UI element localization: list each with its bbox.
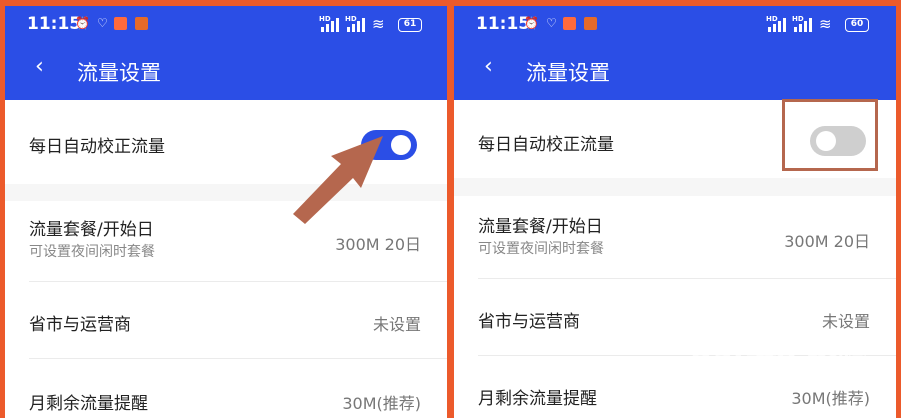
status-time: 11:15 — [27, 14, 82, 34]
mail-notification-icon — [135, 17, 148, 30]
plan-subtitle: 可设置夜间闲时套餐 — [478, 241, 604, 257]
signal-icon — [768, 18, 790, 32]
app-header: 11:15 ⏰ ♡ HD HD ≋ 61 ‹ 流量设置 — [5, 6, 447, 100]
app-header: 11:15 ⏰ ♡ HD HD ≋ 60 ‹ 流量设置 — [454, 6, 896, 100]
auto-calibrate-label: 每日自动校正流量 — [29, 137, 165, 157]
app-notification-icon — [114, 17, 127, 30]
plan-subtitle: 可设置夜间闲时套餐 — [29, 244, 155, 260]
annotation-arrow-icon — [293, 136, 383, 224]
back-button[interactable]: ‹ — [35, 54, 44, 79]
nav-bar: ‹ 流量设置 — [454, 52, 896, 92]
watermark-url: jingyan.baidu.com — [686, 378, 816, 394]
auto-calibrate-label: 每日自动校正流量 — [478, 135, 614, 155]
page-title: 流量设置 — [77, 61, 161, 85]
annotation-highlight-box — [782, 99, 878, 171]
reminder-label: 月剩余流量提醒 — [29, 394, 148, 414]
list-item[interactable]: 流量套餐/开始日 可设置夜间闲时套餐 300M 20日 — [454, 196, 896, 276]
battery-icon: 60 — [845, 18, 869, 32]
settings-list: 流量套餐/开始日 可设置夜间闲时套餐 300M 20日 省市与运营商 未设置 月… — [5, 201, 447, 418]
nav-bar: ‹ 流量设置 — [5, 52, 447, 92]
plan-value: 300M 20日 — [335, 235, 421, 254]
carrier-label: 省市与运营商 — [29, 315, 131, 335]
battery-icon: 61 — [398, 18, 422, 32]
carrier-value: 未设置 — [372, 315, 421, 334]
wifi-icon: ≋ — [372, 15, 385, 33]
carrier-label: 省市与运营商 — [478, 312, 580, 332]
list-item[interactable]: 省市与运营商 未设置 — [5, 282, 447, 358]
list-item[interactable]: 月剩余流量提醒 30M(推荐) — [5, 359, 447, 418]
alarm-icon: ⏰ — [75, 16, 90, 30]
status-bar: 11:15 ⏰ ♡ HD HD ≋ 61 — [5, 6, 447, 46]
mail-notification-icon — [584, 17, 597, 30]
plan-label: 流量套餐/开始日 — [478, 217, 603, 237]
alarm-icon: ⏰ — [524, 16, 539, 30]
wifi-icon: ≋ — [819, 15, 832, 33]
status-bar: 11:15 ⏰ ♡ HD HD ≋ 60 — [454, 6, 896, 46]
watermark-brand: Bai du 经验 — [690, 342, 868, 377]
shield-icon: ♡ — [97, 16, 108, 30]
toggle-knob — [391, 135, 411, 155]
signal-icon-2 — [347, 18, 369, 32]
status-time: 11:15 — [476, 14, 531, 34]
reminder-value: 30M(推荐) — [342, 394, 421, 413]
plan-label: 流量套餐/开始日 — [29, 220, 154, 240]
reminder-label: 月剩余流量提醒 — [478, 389, 597, 409]
page-title: 流量设置 — [526, 61, 610, 85]
app-notification-icon — [563, 17, 576, 30]
plan-value: 300M 20日 — [784, 232, 870, 251]
signal-icon — [321, 18, 343, 32]
signal-icon-2 — [794, 18, 816, 32]
back-button[interactable]: ‹ — [484, 54, 493, 79]
shield-icon: ♡ — [546, 16, 557, 30]
